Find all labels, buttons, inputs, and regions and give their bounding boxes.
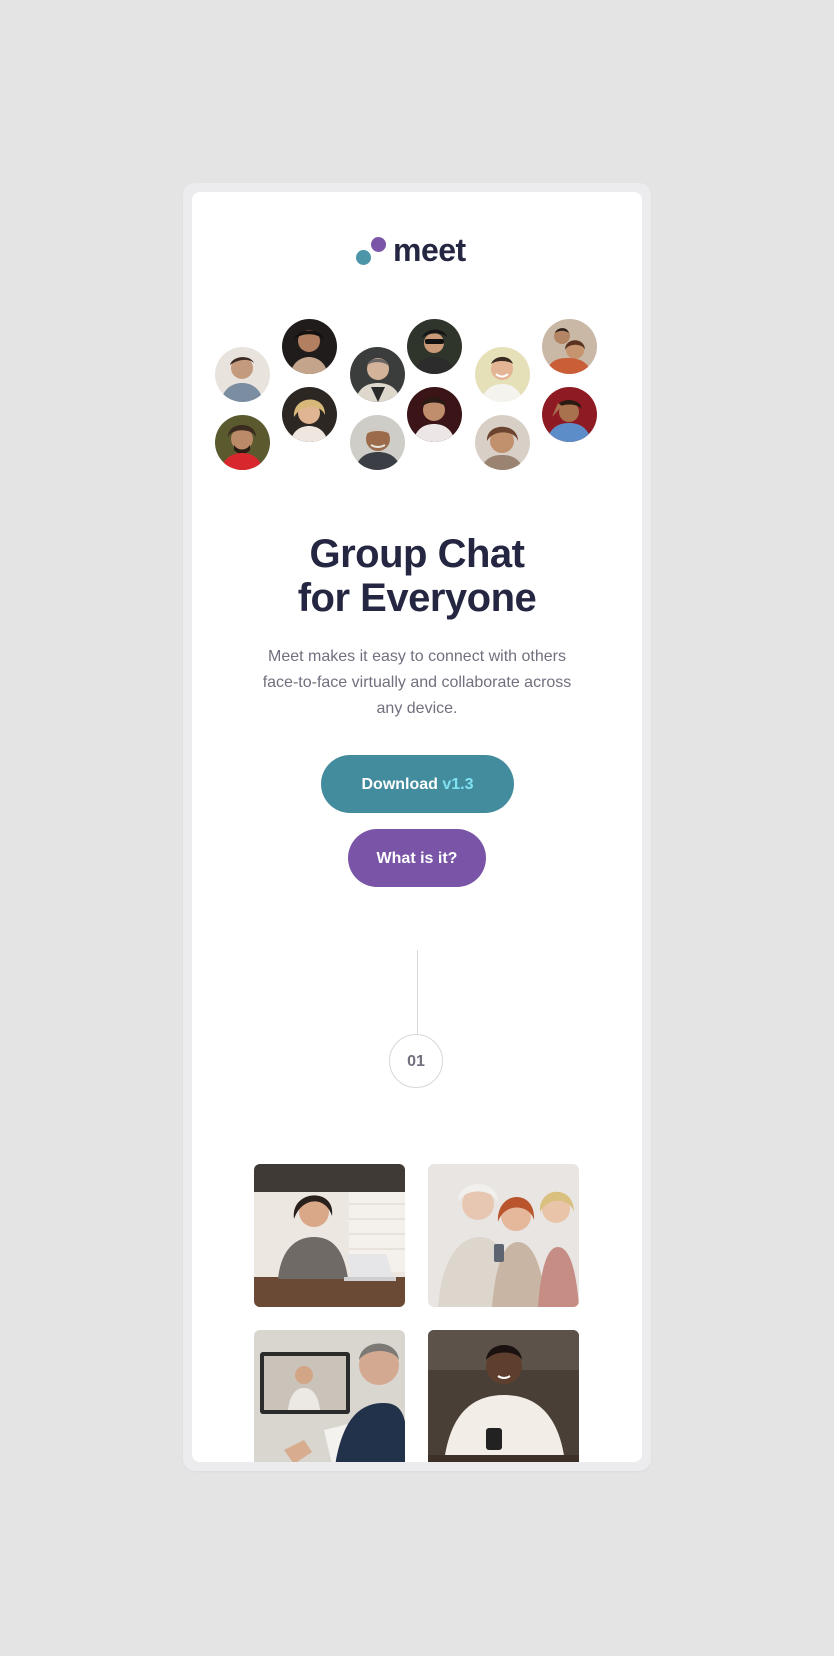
- man-phone-photo: [428, 1330, 579, 1462]
- hero-description: Meet makes it easy to connect with other…: [262, 648, 572, 717]
- women-phone-photo: [428, 1164, 579, 1307]
- logo-teal-dot: [356, 250, 371, 265]
- video-call-photo: [254, 1330, 405, 1462]
- title-line-2: for Everyone: [297, 576, 537, 620]
- timeline-line: [417, 950, 418, 1034]
- what-is-it-button[interactable]: What is it?: [348, 829, 486, 887]
- avatar-woman-1: [282, 319, 337, 374]
- title-line-1: Group Chat: [309, 532, 525, 576]
- avatar-man-8: [475, 415, 530, 470]
- step-number-badge: 01: [389, 1034, 443, 1088]
- avatar-man-3: [407, 319, 462, 374]
- download-label: Download: [361, 776, 438, 793]
- download-version: v1.3: [442, 776, 474, 793]
- app-screen: meet Group Chat for Everyone Meet makes …: [192, 192, 642, 1462]
- avatar-man-6: [350, 415, 405, 470]
- avatar-man-7: [407, 387, 462, 442]
- avatar-woman-3: [542, 387, 597, 442]
- logo-purple-dot: [371, 237, 386, 252]
- avatar-man-1: [215, 347, 270, 402]
- avatar-couple: [542, 319, 597, 374]
- avatar-man-2: [350, 347, 405, 402]
- meet-logo[interactable]: meet: [356, 232, 486, 277]
- woman-laptop-photo: [254, 1164, 405, 1307]
- avatar-woman-2: [282, 387, 337, 442]
- device-frame: meet Group Chat for Everyone Meet makes …: [183, 183, 651, 1471]
- avatar-man-5: [215, 415, 270, 470]
- download-button[interactable]: Download v1.3: [321, 755, 514, 813]
- logo-wordmark: meet: [393, 232, 466, 268]
- avatar-man-4: [475, 347, 530, 402]
- page-title: Group Chat for Everyone: [192, 532, 642, 620]
